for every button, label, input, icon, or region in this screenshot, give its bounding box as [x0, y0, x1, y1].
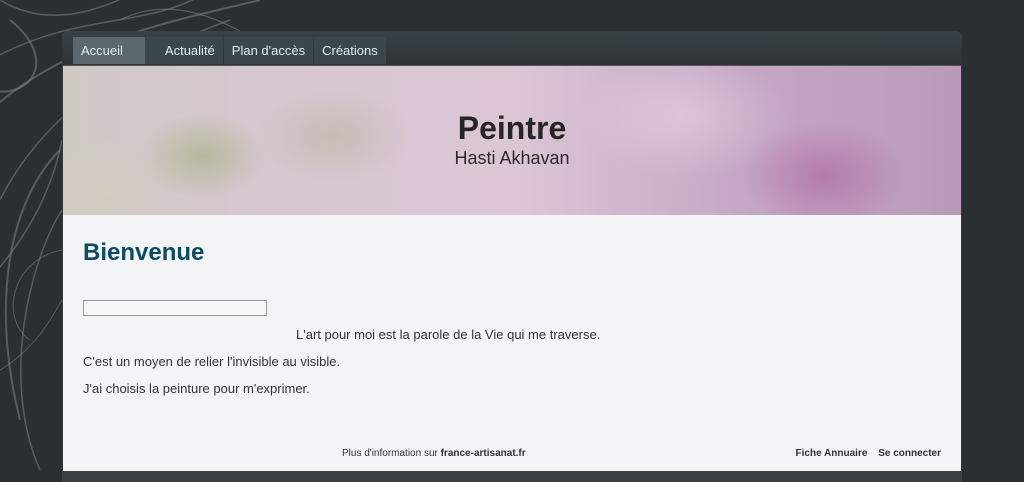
site-subtitle: Hasti Akhavan: [454, 148, 570, 168]
main-content: Bienvenue L'art pour moi est la parole d…: [63, 215, 961, 471]
se-connecter-link[interactable]: Se connecter: [878, 448, 941, 459]
footer-links: Fiche Annuaire Se connecter: [788, 448, 941, 459]
paragraph-3: J'ai choisis la peinture pour m'exprimer…: [83, 381, 310, 396]
paragraph-2: C'est un moyen de relier l'invisible au …: [83, 354, 341, 369]
footer-info-prefix: Plus d'information sur: [342, 448, 438, 459]
bottom-strip: [62, 471, 962, 482]
top-navigation-bar: Accueil Actualité Plan d'accès Créations: [62, 31, 962, 65]
site-title: Peintre: [457, 110, 567, 146]
main-nav: Accueil Actualité Plan d'accès Créations: [73, 37, 387, 64]
nav-item-actualite[interactable]: Actualité: [156, 37, 223, 64]
header-banner: Peintre Hasti Akhavan: [63, 65, 961, 215]
footer-info: Plus d'information sur france-artisanat.…: [342, 448, 526, 459]
fiche-annuaire-link[interactable]: Fiche Annuaire: [796, 448, 868, 459]
paragraph-1: L'art pour moi est la parole de la Vie q…: [296, 327, 601, 342]
france-artisanat-link[interactable]: france-artisanat.fr: [441, 448, 526, 459]
nav-item-accueil[interactable]: Accueil: [73, 37, 145, 64]
nav-separator: [144, 37, 157, 64]
page-title: Bienvenue: [83, 239, 205, 266]
empty-image-placeholder: [83, 300, 267, 316]
nav-item-creations[interactable]: Créations: [314, 37, 386, 64]
page-wrapper: Accueil Actualité Plan d'accès Créations…: [62, 31, 962, 482]
nav-item-plan-acces[interactable]: Plan d'accès: [223, 37, 314, 64]
